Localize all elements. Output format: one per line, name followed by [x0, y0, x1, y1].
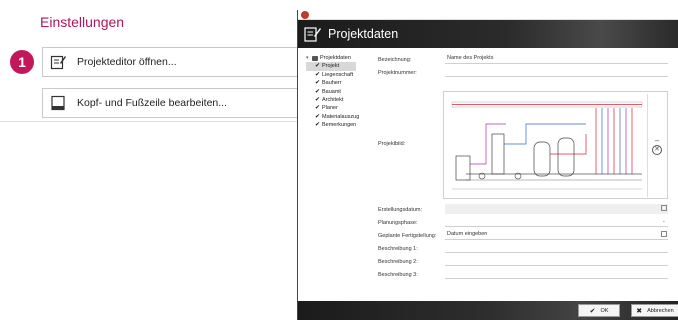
calendar-icon[interactable]	[661, 231, 667, 237]
beschreibung3-input[interactable]	[445, 269, 668, 279]
check-icon: ✔	[315, 63, 321, 70]
step-badge: 1	[10, 50, 34, 74]
planungsphase-select[interactable]: ⌄	[445, 217, 668, 227]
tree-item-bemerkungen[interactable]: ✔ Bemerkungen	[306, 121, 359, 129]
erstellungsdatum-input[interactable]	[445, 204, 668, 214]
ok-button[interactable]: ✔ OK	[578, 304, 620, 317]
project-tree: ▾ Projektdaten ✔ Projekt ✔ Liegenschaft …	[306, 54, 359, 130]
beschreibung1-label: Beschreibung 1:	[378, 246, 418, 252]
plumbing-schematic-image	[446, 94, 648, 197]
tree-item-label: Bemerkungen	[322, 122, 357, 129]
folder-icon	[312, 55, 318, 61]
tree-item-label: Bauherr	[322, 80, 342, 87]
close-icon: ✖	[636, 307, 643, 315]
image-controls: – ✕	[647, 92, 667, 198]
remove-image-icon[interactable]: ✕	[652, 144, 662, 155]
tree-item-projekt[interactable]: ✔ Projekt	[306, 62, 356, 71]
check-icon: ✔	[315, 80, 321, 87]
ok-label: OK	[600, 307, 609, 314]
beschreibung2-input[interactable]	[445, 256, 668, 266]
tree-item-bauamt[interactable]: ✔ Bauamt	[306, 88, 359, 96]
fertigstellung-input[interactable]: Datum eingeben	[445, 230, 668, 240]
beschreibung3-label: Beschreibung 3:	[378, 272, 418, 278]
project-image-box[interactable]: – ✕	[443, 91, 668, 199]
page-header-icon	[49, 94, 67, 112]
dialog-body: ▾ Projektdaten ✔ Projekt ✔ Liegenschaft …	[298, 48, 678, 301]
chevron-down-icon: ⌄	[661, 218, 666, 224]
edit-header-footer-label: Kopf- und Fußzeile bearbeiten...	[77, 97, 228, 109]
tree-item-liegenschaft[interactable]: ✔ Liegenschaft	[306, 71, 359, 79]
check-icon: ✔	[315, 122, 321, 129]
settings-title: Einstellungen	[40, 14, 125, 30]
tree-item-label: Bauamt	[322, 88, 341, 95]
screen: Einstellungen 1 Projekteditor öffnen... …	[0, 0, 678, 320]
tree-item-planer[interactable]: ✔ Planer	[306, 104, 359, 112]
minus-icon[interactable]: –	[655, 136, 659, 145]
projektnummer-label: Projektnummer:	[378, 70, 417, 76]
edit-header-footer-button[interactable]: Kopf- und Fußzeile bearbeiten...	[42, 88, 312, 118]
tree-item-bauherr[interactable]: ✔ Bauherr	[306, 79, 359, 87]
check-icon: ✔	[315, 88, 321, 95]
tree-item-label: Planer	[322, 105, 338, 112]
edit-document-icon	[49, 53, 67, 71]
tree-item-materialauszug[interactable]: ✔ Materialauszug	[306, 113, 359, 121]
dialog-titlebar	[298, 10, 678, 20]
fertigstellung-value: Datum eingeben	[447, 231, 488, 237]
check-icon: ✔	[315, 97, 321, 104]
projektbild-label: Projektbild:	[378, 141, 406, 147]
projektnummer-input[interactable]	[445, 67, 668, 77]
tree-root-label: Projektdaten	[320, 55, 351, 61]
fertigstellung-label: Geplante Fertigstellung:	[378, 233, 437, 239]
tree-item-architekt[interactable]: ✔ Architekt	[306, 96, 359, 104]
close-icon[interactable]	[301, 11, 309, 19]
dialog-header: Projektdaten	[298, 20, 678, 48]
tree-item-label: Liegenschaft	[322, 71, 354, 78]
dialog-footer: ✔ OK ✖ Abbrechen	[298, 301, 678, 320]
cancel-label: Abbrechen	[647, 307, 674, 314]
project-data-dialog: Projektdaten ▾ Projektdaten ✔ Projekt ✔ …	[297, 10, 678, 320]
check-icon: ✔	[315, 71, 321, 78]
beschreibung2-label: Beschreibung 2:	[378, 259, 418, 265]
tree-item-label: Projekt	[322, 63, 340, 70]
open-project-editor-button[interactable]: Projekteditor öffnen...	[42, 47, 312, 77]
beschreibung1-input[interactable]	[445, 243, 668, 253]
check-icon: ✔	[589, 307, 596, 315]
bezeichnung-input[interactable]: Name des Projekts	[445, 54, 668, 64]
check-icon: ✔	[315, 105, 321, 112]
edit-document-icon	[303, 25, 321, 43]
check-icon: ✔	[315, 113, 321, 120]
calendar-icon[interactable]	[661, 205, 667, 211]
bezeichnung-label: Bezeichnung:	[378, 57, 412, 63]
tree-item-label: Architekt	[322, 97, 344, 104]
planungsphase-label: Planungsphase:	[378, 220, 418, 226]
erstellungsdatum-label: Erstellungsdatum:	[378, 207, 423, 213]
tree-root[interactable]: ▾ Projektdaten	[306, 54, 359, 62]
open-project-editor-label: Projekteditor öffnen...	[77, 56, 177, 68]
cancel-button[interactable]: ✖ Abbrechen	[631, 304, 678, 317]
dialog-title: Projektdaten	[328, 27, 399, 41]
tree-item-label: Materialauszug	[322, 113, 360, 120]
divider	[0, 121, 300, 122]
